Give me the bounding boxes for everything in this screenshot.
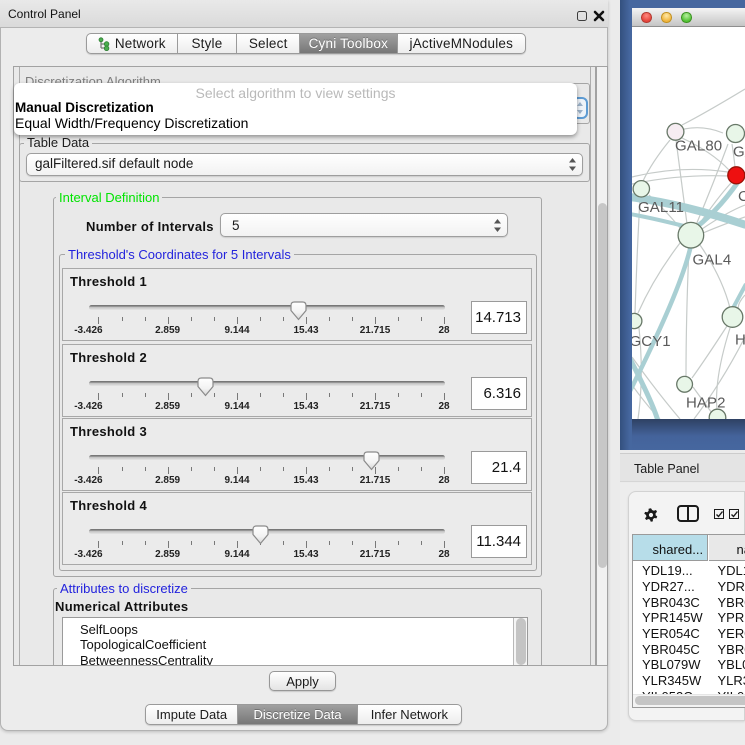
svg-text:GAL80: GAL80 [675, 138, 722, 155]
svg-text:GAL4: GAL4 [693, 252, 732, 269]
svg-text:HAP2: HAP2 [686, 395, 726, 412]
svg-text:GA: GA [733, 144, 745, 161]
svg-text:C: C [738, 188, 745, 205]
svg-text:GCY1: GCY1 [632, 333, 671, 350]
svg-text:H: H [735, 332, 745, 349]
svg-text:GAL11: GAL11 [638, 199, 684, 216]
